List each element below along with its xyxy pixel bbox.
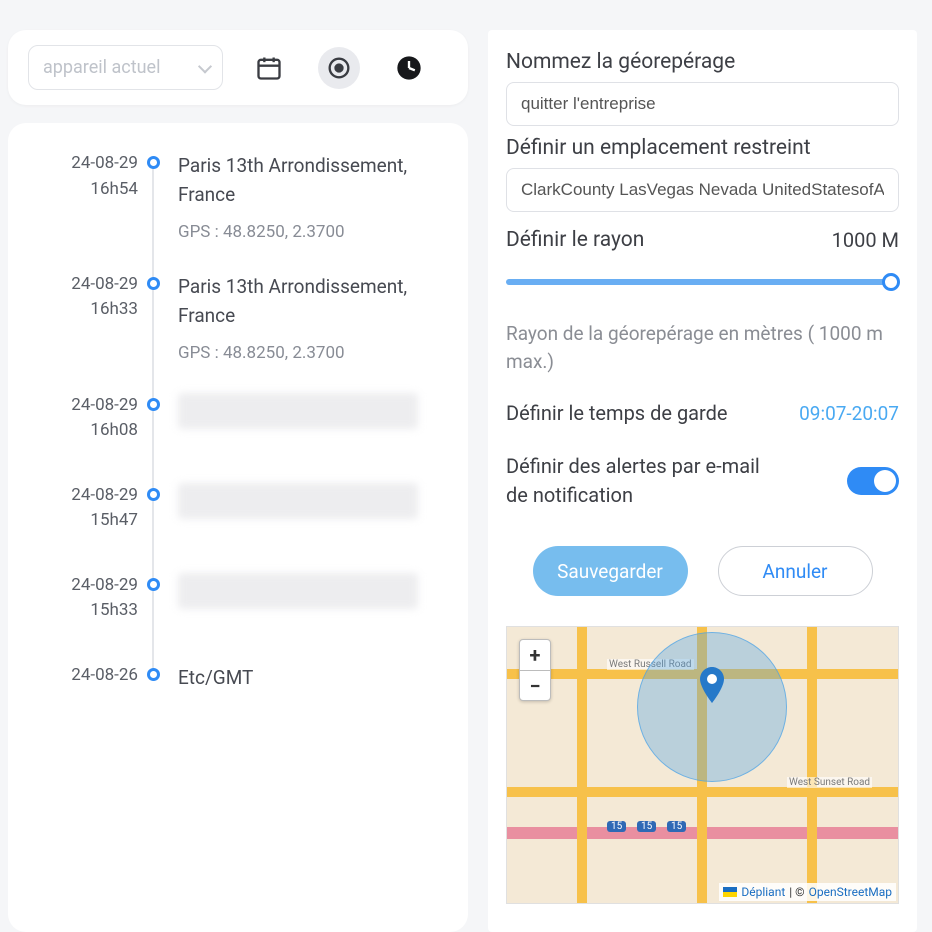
redacted-content — [178, 393, 418, 429]
entry-date: 24-08-29 — [28, 573, 138, 599]
timeline-entry[interactable]: 24-08-29 15h33 — [28, 573, 448, 663]
highway-badge: 15 — [667, 821, 686, 832]
timeline-dot-icon — [147, 277, 160, 290]
guard-time-picker[interactable]: 09:07-20:07 — [799, 402, 899, 425]
entry-time: 16h08 — [28, 418, 138, 444]
highway-badge: 15 — [607, 821, 626, 832]
timeline-entry[interactable]: 24-08-29 15h47 — [28, 483, 448, 573]
timeline-dot-icon — [147, 398, 160, 411]
entry-date: 24-08-29 — [28, 151, 138, 177]
entry-location: Paris 13th Arrondissement, France — [178, 151, 448, 210]
map-zoom-control: + − — [519, 639, 551, 701]
entry-time: 16h54 — [28, 177, 138, 203]
entry-location: Etc/GMT — [178, 663, 448, 692]
map-attribution: Dépliant | © OpenStreetMap — [719, 883, 896, 901]
timeline-entry[interactable]: 24-08-26 Etc/GMT — [28, 663, 448, 753]
map-pin-icon[interactable] — [699, 667, 725, 693]
timeline-dot-icon — [147, 668, 160, 681]
name-label: Nommez la géorepérage — [506, 50, 899, 74]
osm-link[interactable]: OpenStreetMap — [809, 885, 892, 899]
guard-time-label: Définir le temps de garde — [506, 399, 728, 428]
save-button[interactable]: Sauvegarder — [533, 546, 688, 596]
entry-time: 15h47 — [28, 508, 138, 534]
entry-location: Paris 13th Arrondissement, France — [178, 272, 448, 331]
geofence-map[interactable]: West Russell Road West Sunset Road 15 15… — [506, 626, 899, 904]
location-label: Définir un emplacement restreint — [506, 136, 899, 160]
geofence-name-input[interactable] — [506, 82, 899, 126]
email-alert-toggle[interactable] — [847, 467, 899, 495]
geofence-form: Nommez la géorepérage Définir un emplace… — [488, 30, 917, 932]
timeline-dot-icon — [147, 156, 160, 169]
radius-hint: Rayon de la géorepérage en mètres ( 1000… — [506, 320, 899, 375]
radius-label: Définir le rayon — [506, 228, 644, 252]
timeline-dot-icon — [147, 578, 160, 591]
timeline-entry[interactable]: 24-08-29 16h54 Paris 13th Arrondissement… — [28, 151, 448, 272]
entry-date: 24-08-29 — [28, 272, 138, 298]
radius-value: 1000 M — [832, 228, 899, 252]
location-pin-icon[interactable] — [318, 47, 360, 89]
leaflet-link[interactable]: Dépliant — [741, 885, 785, 899]
entry-time: 15h33 — [28, 598, 138, 624]
entry-gps: GPS : 48.8250, 2.3700 — [178, 222, 448, 242]
timeline-toolbar: appareil actuel — [8, 30, 468, 105]
zoom-in-button[interactable]: + — [520, 640, 550, 670]
slider-thumb[interactable] — [882, 273, 900, 291]
redacted-content — [178, 483, 418, 519]
timeline-entry[interactable]: 24-08-29 16h33 Paris 13th Arrondissement… — [28, 272, 448, 393]
geofence-radius-overlay — [637, 632, 787, 782]
entry-gps: GPS : 48.8250, 2.3700 — [178, 343, 448, 363]
device-select[interactable]: appareil actuel — [28, 45, 223, 90]
geofence-location-input[interactable] — [506, 168, 899, 212]
timeline-list: 24-08-29 16h54 Paris 13th Arrondissement… — [8, 123, 468, 932]
entry-date: 24-08-29 — [28, 483, 138, 509]
highway-badge: 15 — [637, 821, 656, 832]
entry-date: 24-08-29 — [28, 393, 138, 419]
entry-date: 24-08-26 — [28, 663, 138, 689]
timeline-entry[interactable]: 24-08-29 16h08 — [28, 393, 448, 483]
zoom-out-button[interactable]: − — [520, 670, 550, 700]
road-label: West Sunset Road — [787, 777, 872, 788]
redacted-content — [178, 573, 418, 609]
entry-time: 16h33 — [28, 297, 138, 323]
radius-slider[interactable] — [506, 272, 899, 292]
timeline-dot-icon — [147, 488, 160, 501]
alert-label: Définir des alertes par e-mail de notifi… — [506, 452, 766, 510]
calendar-icon[interactable] — [248, 47, 290, 89]
ukraine-flag-icon — [723, 887, 737, 897]
clock-icon[interactable] — [388, 47, 430, 89]
device-select-label: appareil actuel — [43, 57, 160, 78]
cancel-button[interactable]: Annuler — [718, 546, 873, 596]
